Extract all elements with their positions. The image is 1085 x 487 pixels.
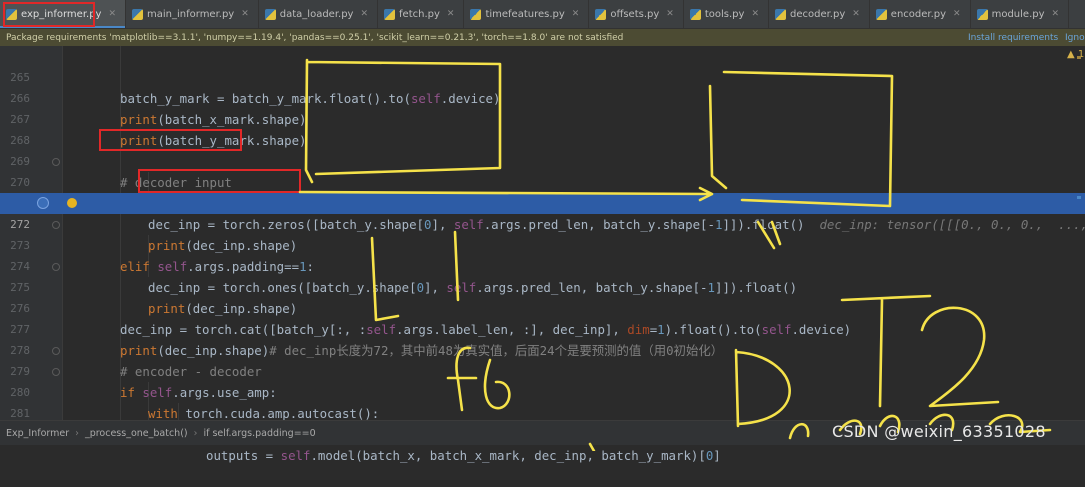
scrollbar-marker[interactable] — [1077, 56, 1081, 59]
code-line[interactable]: 268 — [0, 109, 1085, 147]
python-file-icon — [470, 8, 482, 20]
breadcrumb-class[interactable]: Exp_Informer — [0, 428, 75, 439]
tab-main-informer[interactable]: main_informer.py ✕ — [126, 0, 259, 28]
close-icon[interactable]: ✕ — [108, 9, 116, 19]
tab-decoder[interactable]: decoder.py ✕ — [769, 0, 870, 28]
fold-marker-icon[interactable] — [52, 221, 60, 229]
breadcrumb-method[interactable]: _process_one_batch() — [79, 428, 194, 439]
code-line[interactable]: 277 print(dec_inp.shape)# dec_inp长度为72，其… — [0, 298, 1085, 358]
editor-tab-bar: exp_informer.py ✕ main_informer.py ✕ data_… — [0, 0, 1085, 29]
code-line[interactable]: 279 if self.args.use_amp: — [0, 340, 1085, 400]
tab-tools[interactable]: tools.py ✕ — [684, 0, 769, 28]
python-file-icon — [689, 8, 701, 20]
code-line[interactable]: 278 # encoder - decoder — [0, 319, 1085, 379]
breakpoint-icon[interactable] — [37, 197, 49, 209]
close-icon[interactable]: ✕ — [1052, 9, 1060, 19]
close-icon[interactable]: ✕ — [572, 9, 580, 19]
code-line[interactable]: 281 if self.args.output_attention: — [0, 382, 1085, 442]
fold-marker-icon[interactable] — [52, 158, 60, 166]
csdn-watermark: CSDN @weixin_63351028 — [832, 422, 1046, 441]
tab-data-loader[interactable]: data_loader.py ✕ — [259, 0, 379, 28]
tab-offsets[interactable]: offsets.py ✕ — [589, 0, 684, 28]
code-editor[interactable]: ▲ 1 265 batch_y_mark = batch_y_mark.floa… — [0, 46, 1085, 463]
current-execution-line[interactable]: 272 print(dec_inp.shape) — [0, 193, 1085, 253]
tab-highlight-box — [3, 2, 95, 27]
fold-marker-icon[interactable] — [52, 347, 60, 355]
code-line[interactable]: 267 print(batch_y_mark.shape) — [0, 88, 1085, 148]
install-requirements-link[interactable]: Install requirements — [968, 33, 1058, 43]
fold-marker-icon[interactable] — [52, 368, 60, 376]
close-icon[interactable]: ✕ — [751, 9, 759, 19]
code-line[interactable]: 275 print(dec_inp.shape) — [0, 256, 1085, 316]
code-line[interactable]: 273 elif self.args.padding==1: — [0, 214, 1085, 274]
python-file-icon — [595, 8, 607, 20]
close-icon[interactable]: ✕ — [241, 9, 249, 19]
close-icon[interactable]: ✕ — [360, 9, 368, 19]
tab-encoder[interactable]: encoder.py ✕ — [870, 0, 971, 28]
python-file-icon — [384, 8, 396, 20]
close-icon[interactable]: ✕ — [953, 9, 961, 19]
banner-text: Package requirements 'matplotlib==3.1.1'… — [6, 32, 624, 43]
code-line[interactable]: 266 print(batch_x_mark.shape) — [0, 67, 1085, 127]
lightbulb-icon[interactable] — [67, 198, 77, 208]
fold-marker-icon[interactable] — [52, 263, 60, 271]
zeros-call-highlight-box — [138, 169, 301, 193]
code-line[interactable]: 265 batch_y_mark = batch_y_mark.float().… — [0, 46, 1085, 106]
scrollbar-marker[interactable] — [1077, 196, 1081, 199]
close-icon[interactable]: ✕ — [666, 9, 674, 19]
tab-module[interactable]: module.py ✕ — [971, 0, 1070, 28]
ignore-requirements-link[interactable]: Igno — [1065, 33, 1085, 43]
close-icon[interactable]: ✕ — [852, 9, 860, 19]
python-file-icon — [264, 8, 276, 20]
code-line[interactable]: 276 dec_inp = torch.cat([batch_y[:, :sel… — [0, 277, 1085, 337]
python-file-icon — [875, 8, 887, 20]
code-line[interactable]: 280 with torch.cuda.amp.autocast(): — [0, 361, 1085, 421]
python-file-icon — [774, 8, 786, 20]
tab-fetch[interactable]: fetch.py ✕ — [378, 0, 465, 28]
code-text: outputs = self.model(batch_x, batch_x_ma… — [206, 448, 721, 463]
package-requirements-banner: Package requirements 'matplotlib==3.1.1'… — [0, 29, 1085, 46]
breadcrumb-block[interactable]: if self.args.padding==0 — [197, 428, 321, 439]
python-file-icon — [132, 8, 144, 20]
close-icon[interactable]: ✕ — [447, 9, 455, 19]
comment-highlight-box — [99, 129, 242, 151]
python-file-icon — [976, 8, 988, 20]
code-line[interactable]: 274 dec_inp = torch.ones([batch_y.shape[… — [0, 235, 1085, 295]
tab-timefeatures[interactable]: timefeatures.py ✕ — [464, 0, 590, 28]
